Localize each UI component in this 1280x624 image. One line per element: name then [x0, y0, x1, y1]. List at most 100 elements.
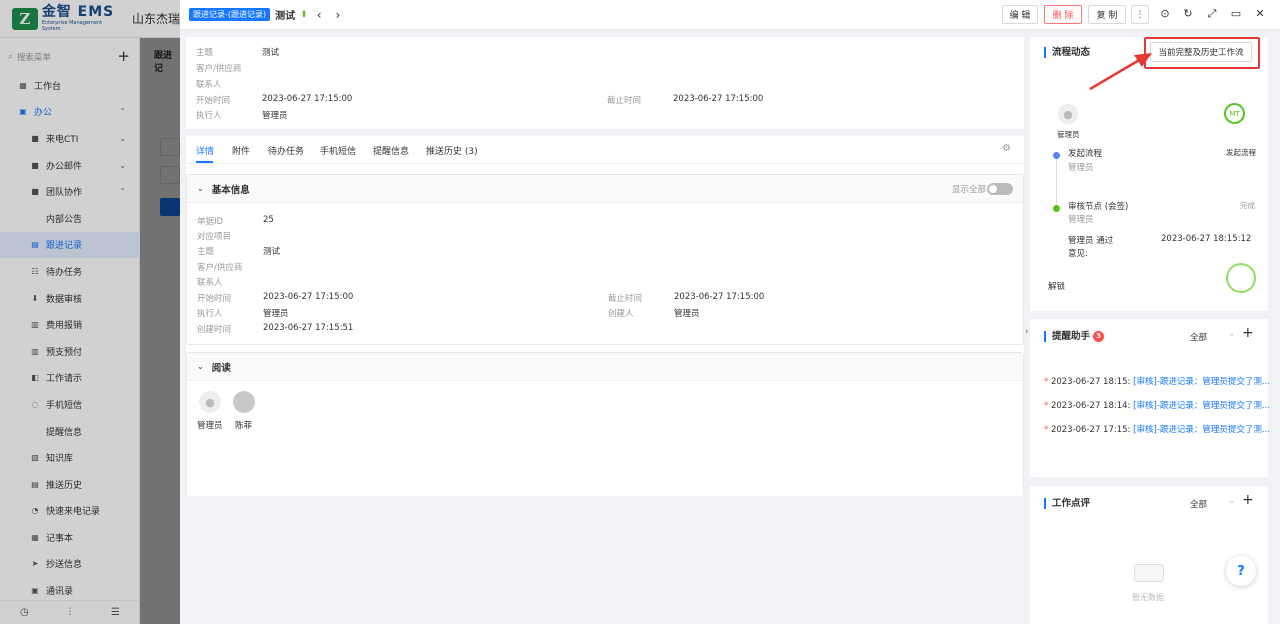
field-label: 主题 — [196, 48, 214, 58]
approved-stamp-icon — [1221, 258, 1261, 298]
tab-push-history[interactable]: 推送历史 (3) — [426, 144, 478, 157]
settings-icon[interactable]: ⚙ — [1002, 143, 1011, 154]
field-value: 管理员 — [262, 111, 288, 121]
reminder-item[interactable]: * 2023-06-27 17:15: [审核]-跟进记录：管理员提交了测... — [1044, 423, 1270, 435]
field-label: 开始时间 — [197, 294, 232, 304]
tab-attachment[interactable]: 附件 — [232, 144, 250, 157]
more-button[interactable]: ⋮ — [1131, 5, 1149, 24]
record-type-tag: 跟进记录-(跟进记录) — [189, 8, 271, 21]
delete-button[interactable]: 删 除 — [1044, 5, 1082, 24]
field-label: 截止时间 — [608, 294, 643, 304]
tab-todo[interactable]: 待办任务 — [268, 144, 304, 157]
step-sub: 管理员 — [1068, 215, 1094, 225]
field-value: 2023-06-27 17:15:00 — [262, 94, 353, 104]
collapse-panel-icon[interactable]: › — [1025, 327, 1029, 337]
add-reminder-button[interactable]: + — [1242, 325, 1254, 341]
read-header[interactable]: ⌄ 阅读 — [187, 353, 1023, 381]
field-label: 主题 — [197, 247, 215, 257]
avatar: ● — [199, 391, 221, 413]
workflow-admin: 管理员 — [1057, 130, 1080, 139]
edit-button[interactable]: 编 辑 — [1002, 5, 1038, 24]
timeline-dot — [1053, 205, 1060, 212]
timeline-line — [1056, 157, 1057, 207]
reminder-title: 提醒助手 3 — [1044, 331, 1105, 342]
field-label: 创建时间 — [197, 325, 232, 335]
reminder-panel: 提醒助手 3 全部 ⌄ + * 2023-06-27 18:15: [审核]-跟进… — [1030, 319, 1270, 477]
detail-tabs: 详情 附件 待办任务 手机短信 提醒信息 推送历史 (3) ⚙ — [186, 136, 1024, 164]
unread-dot-icon: * — [1044, 401, 1049, 411]
field-value: 2023-06-27 17:15:00 — [674, 292, 765, 302]
add-comment-button[interactable]: + — [1242, 492, 1254, 508]
refresh-icon[interactable]: ↻ — [1181, 7, 1195, 20]
field-label: 执行人 — [196, 111, 222, 121]
fullscreen-icon[interactable]: ⤢ — [1205, 7, 1219, 21]
chevron-down-icon[interactable]: ⌄ — [1228, 496, 1236, 506]
next-record-icon[interactable]: › — [336, 8, 341, 22]
chevron-down-icon: ⌄ — [197, 362, 204, 371]
window-icon[interactable]: ▭ — [1229, 7, 1243, 20]
reminder-filter[interactable]: 全部 — [1190, 331, 1207, 343]
field-label: 客户/供应商 — [196, 64, 242, 74]
active-tab-indicator — [196, 161, 213, 163]
close-icon[interactable]: ✕ — [1253, 7, 1267, 20]
field-label: 联系人 — [197, 278, 223, 288]
question-icon: ? — [1237, 563, 1245, 579]
reminder-count-badge: 3 — [1093, 331, 1105, 342]
record-title: 测试 — [275, 11, 296, 22]
chevron-down-icon: ⌄ — [197, 184, 204, 193]
step-name: 发起流程 — [1068, 149, 1103, 159]
show-all-label: 显示全部 — [952, 185, 987, 195]
empty-box-icon — [1134, 564, 1164, 582]
reminder-item[interactable]: * 2023-06-27 18:14: [审核]-跟进记录：管理员提交了测... — [1044, 399, 1270, 411]
workflow-title: 流程动态 — [1044, 47, 1090, 58]
detail-card: 详情 附件 待办任务 手机短信 提醒信息 推送历史 (3) ⚙ ⌄ 基本信息 显… — [186, 136, 1024, 496]
field-label: 执行人 — [197, 309, 223, 319]
unlock-link[interactable]: 解锁 — [1048, 280, 1065, 292]
comment-title: 工作点评 — [1044, 498, 1090, 509]
user-icon: ● — [205, 395, 215, 409]
reader-name: 陈菲 — [235, 421, 253, 431]
avatar — [233, 391, 255, 413]
workflow-badge: MT — [1224, 103, 1245, 124]
read-section: ⌄ 阅读 ● 管理员 陈菲 — [186, 352, 1024, 496]
field-label: 单据ID — [197, 217, 224, 227]
basic-info-section: ⌄ 基本信息 显示全部 单据ID 25 对应项目 主题 测试 客户/供应商 联系… — [186, 174, 1024, 345]
chevron-down-icon[interactable]: ⌄ — [1228, 329, 1236, 339]
opinion-label: 意见: — [1068, 249, 1088, 259]
field-label: 对应项目 — [197, 232, 232, 242]
field-value: 2023-06-27 17:15:51 — [263, 323, 354, 333]
workflow-panel: 流程动态 当前完整及历史工作流 ● 管理员 MT 发起流程 管理员 发起流程 审… — [1030, 37, 1268, 311]
reminder-item[interactable]: * 2023-06-27 18:15: [审核]-跟进记录：管理员提交了测... — [1044, 375, 1270, 387]
summary-card: 主题 测试 客户/供应商 联系人 开始时间 2023-06-27 17:15:0… — [186, 37, 1024, 129]
field-value: 2023-06-27 17:15:00 — [673, 94, 764, 104]
pin-icon[interactable]: ⬆ — [300, 10, 308, 20]
unread-dot-icon: * — [1044, 377, 1049, 387]
modal-overlay-left[interactable] — [0, 0, 180, 624]
step-name: 审核节点 (会签) — [1068, 202, 1129, 212]
comment-panel: 工作点评 全部 ⌄ + 暂无数据 ? — [1030, 486, 1268, 624]
show-all-toggle[interactable] — [987, 183, 1013, 195]
prev-record-icon[interactable]: ‹ — [317, 8, 322, 22]
record-drawer: 跟进记录-(跟进记录) 测试 ⬆ ‹ › 编 辑 删 除 复 制 ⋮ ⊙ ↻ ⤢… — [180, 0, 1280, 624]
field-value: 管理员 — [674, 309, 700, 319]
play-icon[interactable]: ⊙ — [1158, 7, 1172, 20]
comment-filter[interactable]: 全部 — [1190, 498, 1207, 510]
tab-detail[interactable]: 详情 — [196, 144, 214, 157]
step-status: 发起流程 — [1226, 148, 1256, 157]
tab-sms[interactable]: 手机短信 — [320, 144, 356, 157]
tab-reminder[interactable]: 提醒信息 — [373, 144, 409, 157]
field-value: 25 — [263, 215, 274, 225]
avatar: ● — [1058, 104, 1078, 124]
copy-button[interactable]: 复 制 — [1088, 5, 1126, 24]
field-value: 测试 — [263, 247, 281, 257]
help-button[interactable]: ? — [1226, 556, 1256, 586]
field-label: 联系人 — [196, 80, 222, 90]
unread-dot-icon: * — [1044, 425, 1049, 435]
user-icon: ● — [1063, 107, 1073, 121]
field-label: 开始时间 — [196, 96, 231, 106]
pointer-arrow-icon — [1089, 53, 1152, 91]
empty-text: 暂无数据 — [1132, 593, 1164, 602]
field-label: 创建人 — [608, 309, 634, 319]
basic-info-header[interactable]: ⌄ 基本信息 显示全部 — [187, 175, 1023, 203]
reader-name: 管理员 — [197, 421, 223, 431]
